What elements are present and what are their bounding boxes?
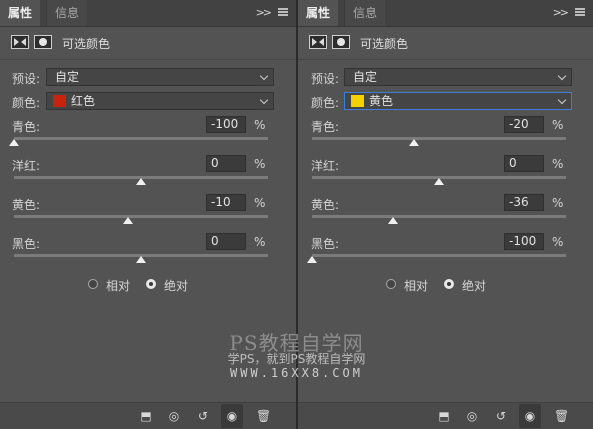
panel-menu-icon[interactable] [278, 8, 288, 16]
magenta-slider-thumb[interactable] [434, 178, 444, 185]
percent-label: % [254, 157, 266, 171]
cyan-label: 青色: [12, 120, 41, 134]
percent-label: % [552, 196, 564, 210]
percent-label: % [254, 118, 266, 132]
absolute-radio-label: 绝对 [164, 279, 189, 293]
adjustment-layer-icon [11, 35, 29, 49]
preset-label: 预设: [12, 72, 41, 86]
cyan-slider-track[interactable] [312, 137, 566, 140]
preset-value: 自定 [55, 70, 80, 84]
yellow-label: 黄色: [311, 198, 340, 212]
percent-label: % [552, 235, 564, 249]
colors-label: 颜色: [311, 96, 340, 110]
colors-value: 黄色 [369, 94, 394, 108]
adjustment-header: 可选颜色 [298, 27, 593, 60]
tab-info[interactable]: 信息 [344, 0, 386, 26]
chevron-down-icon [557, 95, 567, 105]
percent-label: % [552, 157, 564, 171]
black-label: 黑色: [311, 237, 340, 251]
black-slider-thumb[interactable] [136, 256, 146, 263]
reset-icon[interactable]: ↺ [494, 409, 508, 423]
relative-radio[interactable] [88, 279, 98, 289]
trash-icon[interactable]: 🗑 [256, 409, 271, 423]
yellow-slider-track[interactable] [312, 215, 566, 218]
watermark-subtitle: 学PS，就到PS教程自学网 [227, 352, 366, 366]
preset-value: 自定 [353, 70, 378, 84]
preset-label: 预设: [311, 72, 340, 86]
visibility-eye-icon[interactable]: ◉ [519, 404, 541, 428]
absolute-radio[interactable] [444, 279, 454, 289]
relative-radio-label: 相对 [404, 279, 429, 293]
adjustment-layer-icon [309, 35, 327, 49]
cyan-slider-track[interactable] [14, 137, 268, 140]
color-swatch [53, 95, 66, 107]
adjustment-title: 可选颜色 [360, 37, 409, 51]
yellow-label: 黄色: [12, 198, 41, 212]
view-previous-icon[interactable]: ◎ [167, 409, 181, 423]
panel-tab-bar: 属性 信息 >> [298, 0, 593, 27]
double-chevron-right-icon[interactable]: >> [553, 6, 570, 19]
preset-dropdown[interactable]: 自定 [344, 68, 572, 86]
tab-properties[interactable]: 属性 [298, 0, 339, 26]
visibility-eye-icon[interactable]: ◉ [221, 404, 243, 428]
yellow-value-input[interactable]: -10 [206, 194, 246, 211]
black-slider-track[interactable] [312, 254, 566, 257]
cyan-slider-thumb[interactable] [408, 139, 419, 146]
adjustment-title: 可选颜色 [62, 37, 111, 51]
colors-dropdown[interactable]: 红色 [46, 92, 274, 110]
yellow-slider-thumb[interactable] [388, 217, 399, 224]
panel-menu-icon[interactable] [575, 8, 585, 16]
relative-radio[interactable] [386, 279, 396, 289]
percent-label: % [254, 196, 266, 210]
absolute-radio-label: 绝对 [462, 279, 487, 293]
yellow-value-input[interactable]: -36 [504, 194, 544, 211]
tab-info[interactable]: 信息 [46, 0, 88, 26]
yellow-slider-thumb[interactable] [123, 217, 134, 224]
view-previous-icon[interactable]: ◎ [465, 409, 479, 423]
preset-dropdown[interactable]: 自定 [46, 68, 274, 86]
percent-label: % [254, 235, 266, 249]
reset-icon[interactable]: ↺ [196, 409, 210, 423]
trash-icon[interactable]: 🗑 [554, 409, 569, 423]
yellow-slider-track[interactable] [14, 215, 268, 218]
black-slider-thumb[interactable] [307, 256, 317, 263]
panel-bottom-toolbar: ⬒ ◎ ↺ ◉ 🗑 [298, 402, 593, 429]
double-chevron-right-icon[interactable]: >> [256, 6, 273, 19]
black-value-input[interactable]: -100 [504, 233, 544, 250]
layer-mask-icon[interactable] [34, 35, 52, 49]
colors-dropdown[interactable]: 黄色 [344, 92, 572, 110]
layer-mask-icon[interactable] [332, 35, 350, 49]
clip-to-layer-icon[interactable]: ⬒ [437, 409, 451, 423]
magenta-value-input[interactable]: 0 [206, 155, 246, 172]
magenta-label: 洋红: [311, 159, 340, 173]
relative-radio-label: 相对 [106, 279, 131, 293]
colors-label: 颜色: [12, 96, 41, 110]
panel-tab-bar: 属性 信息 >> [0, 0, 296, 27]
percent-label: % [552, 118, 564, 132]
chevron-down-icon [557, 71, 567, 81]
clip-to-layer-icon[interactable]: ⬒ [139, 409, 153, 423]
chevron-down-icon [259, 71, 269, 81]
black-value-input[interactable]: 0 [206, 233, 246, 250]
chevron-down-icon [259, 95, 269, 105]
watermark-url: WWW.16XX8.COM [230, 366, 363, 380]
cyan-label: 青色: [311, 120, 340, 134]
adjustment-header: 可选颜色 [0, 27, 296, 60]
absolute-radio[interactable] [146, 279, 156, 289]
black-label: 黑色: [12, 237, 41, 251]
cyan-value-input[interactable]: -20 [504, 116, 544, 133]
cyan-value-input[interactable]: -100 [206, 116, 246, 133]
magenta-value-input[interactable]: 0 [504, 155, 544, 172]
magenta-label: 洋红: [12, 159, 41, 173]
color-swatch [351, 95, 364, 107]
tab-properties[interactable]: 属性 [0, 0, 41, 26]
cyan-slider-thumb[interactable] [9, 139, 19, 146]
magenta-slider-thumb[interactable] [136, 178, 146, 185]
colors-value: 红色 [71, 94, 96, 108]
panel-bottom-toolbar: ⬒ ◎ ↺ ◉ 🗑 [0, 402, 296, 429]
